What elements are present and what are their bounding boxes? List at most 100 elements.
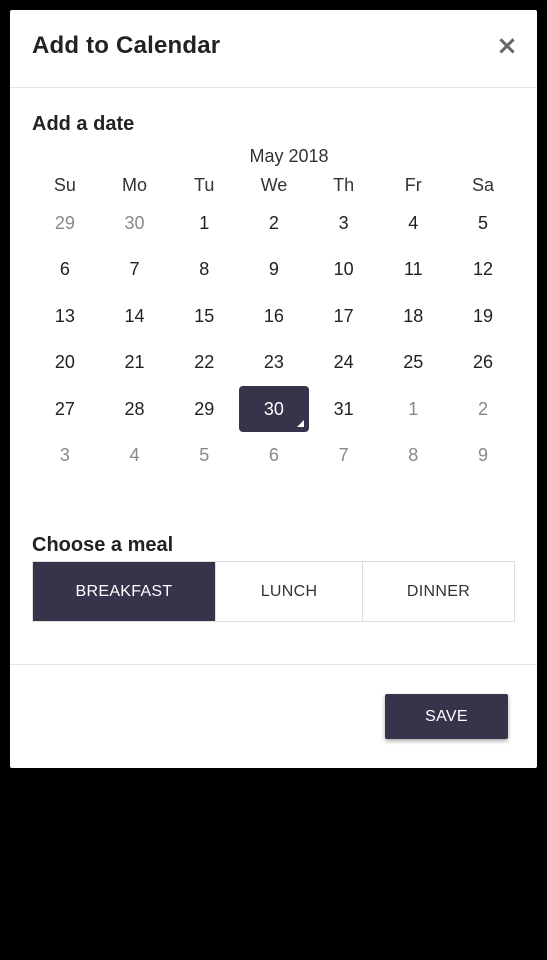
weekday-label: Mo <box>122 175 148 195</box>
calendar-day[interactable]: 6 <box>239 433 309 480</box>
calendar-day[interactable]: 3 <box>309 200 379 247</box>
weekday-label: We <box>260 175 288 195</box>
calendar-day-label: 17 <box>333 305 354 326</box>
calendar-day-label: 27 <box>54 398 75 419</box>
calendar-day-label: 24 <box>333 352 354 373</box>
calendar-day[interactable]: 17 <box>309 293 379 340</box>
calendar-grid: 29 30 1 2 3 4 5 6 7 8 9 10 11 12 13 14 15 16 17 18 19 20 21 22 2… <box>30 200 518 479</box>
calendar-day[interactable]: 20 <box>30 340 100 387</box>
meal-option-breakfast[interactable]: BREAKFAST <box>33 562 215 621</box>
calendar-day[interactable]: 6 <box>30 247 100 294</box>
calendar-day[interactable]: 13 <box>30 293 100 340</box>
calendar-day[interactable]: 24 <box>309 340 379 387</box>
calendar-week-row: 13 14 15 16 17 18 19 <box>30 293 518 340</box>
calendar-day-label: 25 <box>403 352 424 373</box>
calendar-day[interactable]: 4 <box>378 200 448 247</box>
calendar-day[interactable]: 1 <box>169 200 239 247</box>
calendar-day-label: 23 <box>263 352 284 373</box>
calendar-day-label: 1 <box>408 398 419 419</box>
calendar-day-label: 3 <box>59 445 70 466</box>
calendar-day[interactable]: 29 <box>169 386 239 433</box>
calendar-day[interactable]: 9 <box>448 433 518 480</box>
calendar-day[interactable]: 7 <box>309 433 379 480</box>
weekday-label: Tu <box>194 175 215 195</box>
calendar-day[interactable]: 10 <box>309 247 379 294</box>
meal-option-dinner[interactable]: DINNER <box>362 562 514 621</box>
calendar-day-label: 7 <box>129 259 140 280</box>
calendar-day[interactable]: 30 <box>100 200 170 247</box>
close-icon: × <box>496 31 518 61</box>
calendar-day-label: 6 <box>268 445 279 466</box>
calendar-day[interactable]: 21 <box>100 340 170 387</box>
calendar-day[interactable]: 11 <box>378 247 448 294</box>
selected-corner-icon <box>296 420 304 428</box>
calendar-day-label: 9 <box>477 445 488 466</box>
calendar-day[interactable]: 8 <box>378 433 448 480</box>
calendar-day[interactable]: 26 <box>448 340 518 387</box>
calendar-day[interactable]: 7 <box>100 247 170 294</box>
calendar-day-label: 10 <box>333 259 354 280</box>
calendar-day[interactable]: 2 <box>448 386 518 433</box>
calendar-day-label: 29 <box>54 212 75 233</box>
calendar-day[interactable]: 25 <box>378 340 448 387</box>
calendar-day-label: 7 <box>338 445 349 466</box>
calendar-day-label: 30 <box>239 386 309 433</box>
calendar-day[interactable]: 5 <box>448 200 518 247</box>
calendar-day-label: 8 <box>199 259 210 280</box>
close-button[interactable]: × <box>493 32 521 60</box>
calendar-week-row: 3 4 5 6 7 8 9 <box>30 433 518 480</box>
calendar-week-row: 20 21 22 23 24 25 26 <box>30 340 518 387</box>
calendar-day[interactable]: 23 <box>239 340 309 387</box>
calendar-day[interactable]: 2 <box>239 200 309 247</box>
choose-meal-label: Choose a meal <box>32 534 174 556</box>
calendar-week-row: 27 28 29 30 31 1 2 <box>30 386 518 433</box>
calendar-day-label: 16 <box>263 305 284 326</box>
weekday-label: Fr <box>404 175 422 195</box>
footer-divider <box>10 664 537 665</box>
calendar-day[interactable]: 4 <box>100 433 170 480</box>
calendar-day-label: 4 <box>408 212 419 233</box>
calendar-day[interactable]: 3 <box>30 433 100 480</box>
calendar-day-label: 1 <box>199 212 210 233</box>
weekday-label: Su <box>53 175 76 195</box>
calendar-day-label: 15 <box>194 305 215 326</box>
calendar-day[interactable]: 12 <box>448 247 518 294</box>
weekday-label: Th <box>333 175 355 195</box>
calendar-day[interactable]: 31 <box>309 386 379 433</box>
calendar-day-label: 4 <box>129 445 140 466</box>
calendar-day-label: 30 <box>124 212 145 233</box>
calendar-day[interactable]: 29 <box>30 200 100 247</box>
calendar-day-label: 22 <box>194 352 215 373</box>
calendar-day[interactable]: 22 <box>169 340 239 387</box>
meal-option-lunch[interactable]: LUNCH <box>215 562 362 621</box>
calendar-day-label: 2 <box>477 398 488 419</box>
calendar-day[interactable]: 5 <box>169 433 239 480</box>
calendar-day-label: 18 <box>403 305 424 326</box>
calendar-day[interactable]: 27 <box>30 386 100 433</box>
calendar-day-label: 6 <box>59 259 70 280</box>
calendar-day-label: 8 <box>408 445 419 466</box>
calendar-day[interactable]: 15 <box>169 293 239 340</box>
calendar-week-row: 29 30 1 2 3 4 5 <box>30 200 518 247</box>
weekday-label: Sa <box>471 175 494 195</box>
calendar-day[interactable]: 19 <box>448 293 518 340</box>
calendar-day[interactable]: 9 <box>239 247 309 294</box>
calendar-day-label: 19 <box>472 305 493 326</box>
calendar-day-label: 5 <box>199 445 210 466</box>
calendar-day[interactable]: 1 <box>378 386 448 433</box>
calendar-day-label: 20 <box>54 352 75 373</box>
calendar-day-label: 9 <box>268 259 279 280</box>
calendar-day[interactable]: 28 <box>100 386 170 433</box>
calendar-day[interactable]: 14 <box>100 293 170 340</box>
modal-header: Add to Calendar × <box>10 10 537 88</box>
add-date-label: Add a date <box>32 113 135 135</box>
calendar-day-label: 2 <box>268 212 279 233</box>
save-button[interactable]: SAVE <box>385 694 508 739</box>
calendar-day-selected[interactable]: 30 <box>239 386 309 433</box>
calendar-day[interactable]: 18 <box>378 293 448 340</box>
calendar-day[interactable]: 16 <box>239 293 309 340</box>
calendar-day-label: 13 <box>54 305 75 326</box>
calendar-day[interactable]: 8 <box>169 247 239 294</box>
calendar-day-label: 11 <box>403 259 423 280</box>
modal-title: Add to Calendar <box>32 32 221 59</box>
